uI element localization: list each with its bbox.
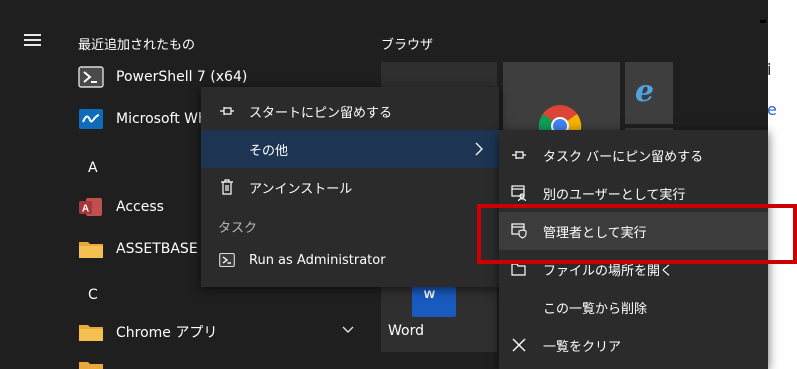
tile-chrome[interactable]: [503, 62, 620, 134]
hamburger-menu-icon[interactable]: [24, 34, 41, 46]
menu-section-tasks: タスク: [218, 221, 258, 236]
menu-item-label: アンインストール: [249, 181, 353, 197]
annotation-highlight-box: [477, 204, 797, 264]
trash-icon: [219, 179, 235, 195]
folder-icon: [78, 320, 104, 344]
recent-header: 最近追加されたもの: [78, 38, 196, 53]
background-link[interactable]: e: [767, 100, 777, 119]
app-label: Access: [116, 199, 164, 215]
powershell-icon: [219, 252, 235, 268]
whiteboard-icon: [78, 107, 104, 131]
letter-header-c[interactable]: C: [88, 287, 98, 303]
app-label: Microsoft Whi: [116, 111, 211, 127]
background-text: i: [767, 60, 772, 79]
menu-item-label: Run as Administrator: [249, 252, 386, 268]
menu-item-run-as-administrator[interactable]: Run as Administrator: [201, 241, 499, 279]
submenu-item-pin-to-taskbar[interactable]: タスク バーにピン留めする: [499, 136, 768, 174]
app-label: Chrome アプリ: [116, 325, 218, 341]
menu-item-label: スタートにピン留めする: [249, 105, 393, 121]
chevron-right-icon: [475, 142, 483, 156]
menu-item-uninstall[interactable]: アンインストール: [201, 168, 499, 206]
submenu-item-clear-list[interactable]: 一覧をクリア: [499, 326, 768, 364]
submenu-item-label: 別のユーザーとして実行: [543, 187, 686, 203]
tile-label-word: Word: [388, 323, 424, 339]
word-icon: w: [412, 285, 456, 317]
app-item-whiteboard[interactable]: Microsoft Whi: [78, 104, 211, 134]
app-item-chrome-apps[interactable]: Chrome アプリ: [78, 317, 217, 347]
letter-header-a[interactable]: A: [88, 160, 98, 176]
folder-icon: [78, 237, 104, 261]
context-menu: スタートにピン留めする その他 アンインストール タスク Run as Admi…: [201, 87, 499, 287]
pin-icon: [511, 147, 527, 163]
close-icon: [511, 337, 527, 353]
menu-item-more[interactable]: その他: [201, 130, 499, 168]
tile-edge[interactable]: e: [625, 62, 673, 124]
pin-icon: [219, 103, 235, 119]
submenu-item-remove-from-list[interactable]: この一覧から削除: [499, 288, 768, 326]
submenu-item-label: タスク バーにピン留めする: [543, 149, 704, 165]
tiles-group-header[interactable]: ブラウザ: [381, 34, 433, 53]
access-icon: A: [78, 195, 104, 219]
svg-text:A: A: [82, 204, 89, 215]
menu-item-label: その他: [249, 143, 289, 159]
submenu-item-label: この一覧から削除: [543, 301, 648, 317]
ie-icon: e: [635, 74, 655, 109]
app-label: PowerShell 7 (x64): [116, 69, 248, 85]
app-label: ASSETBASE: [116, 241, 198, 257]
run-as-user-icon: [511, 185, 527, 201]
background-mark: [760, 20, 766, 23]
app-item-assetbase[interactable]: ASSETBASE: [78, 234, 198, 264]
folder-icon: [78, 360, 104, 369]
submenu-item-label: 一覧をクリア: [543, 339, 622, 355]
menu-item-pin-to-start[interactable]: スタートにピン留めする: [201, 92, 499, 130]
chevron-down-icon[interactable]: [342, 326, 354, 334]
app-item-access[interactable]: A Access: [78, 192, 164, 222]
background-window: [768, 0, 797, 369]
powershell-icon: [78, 65, 104, 89]
